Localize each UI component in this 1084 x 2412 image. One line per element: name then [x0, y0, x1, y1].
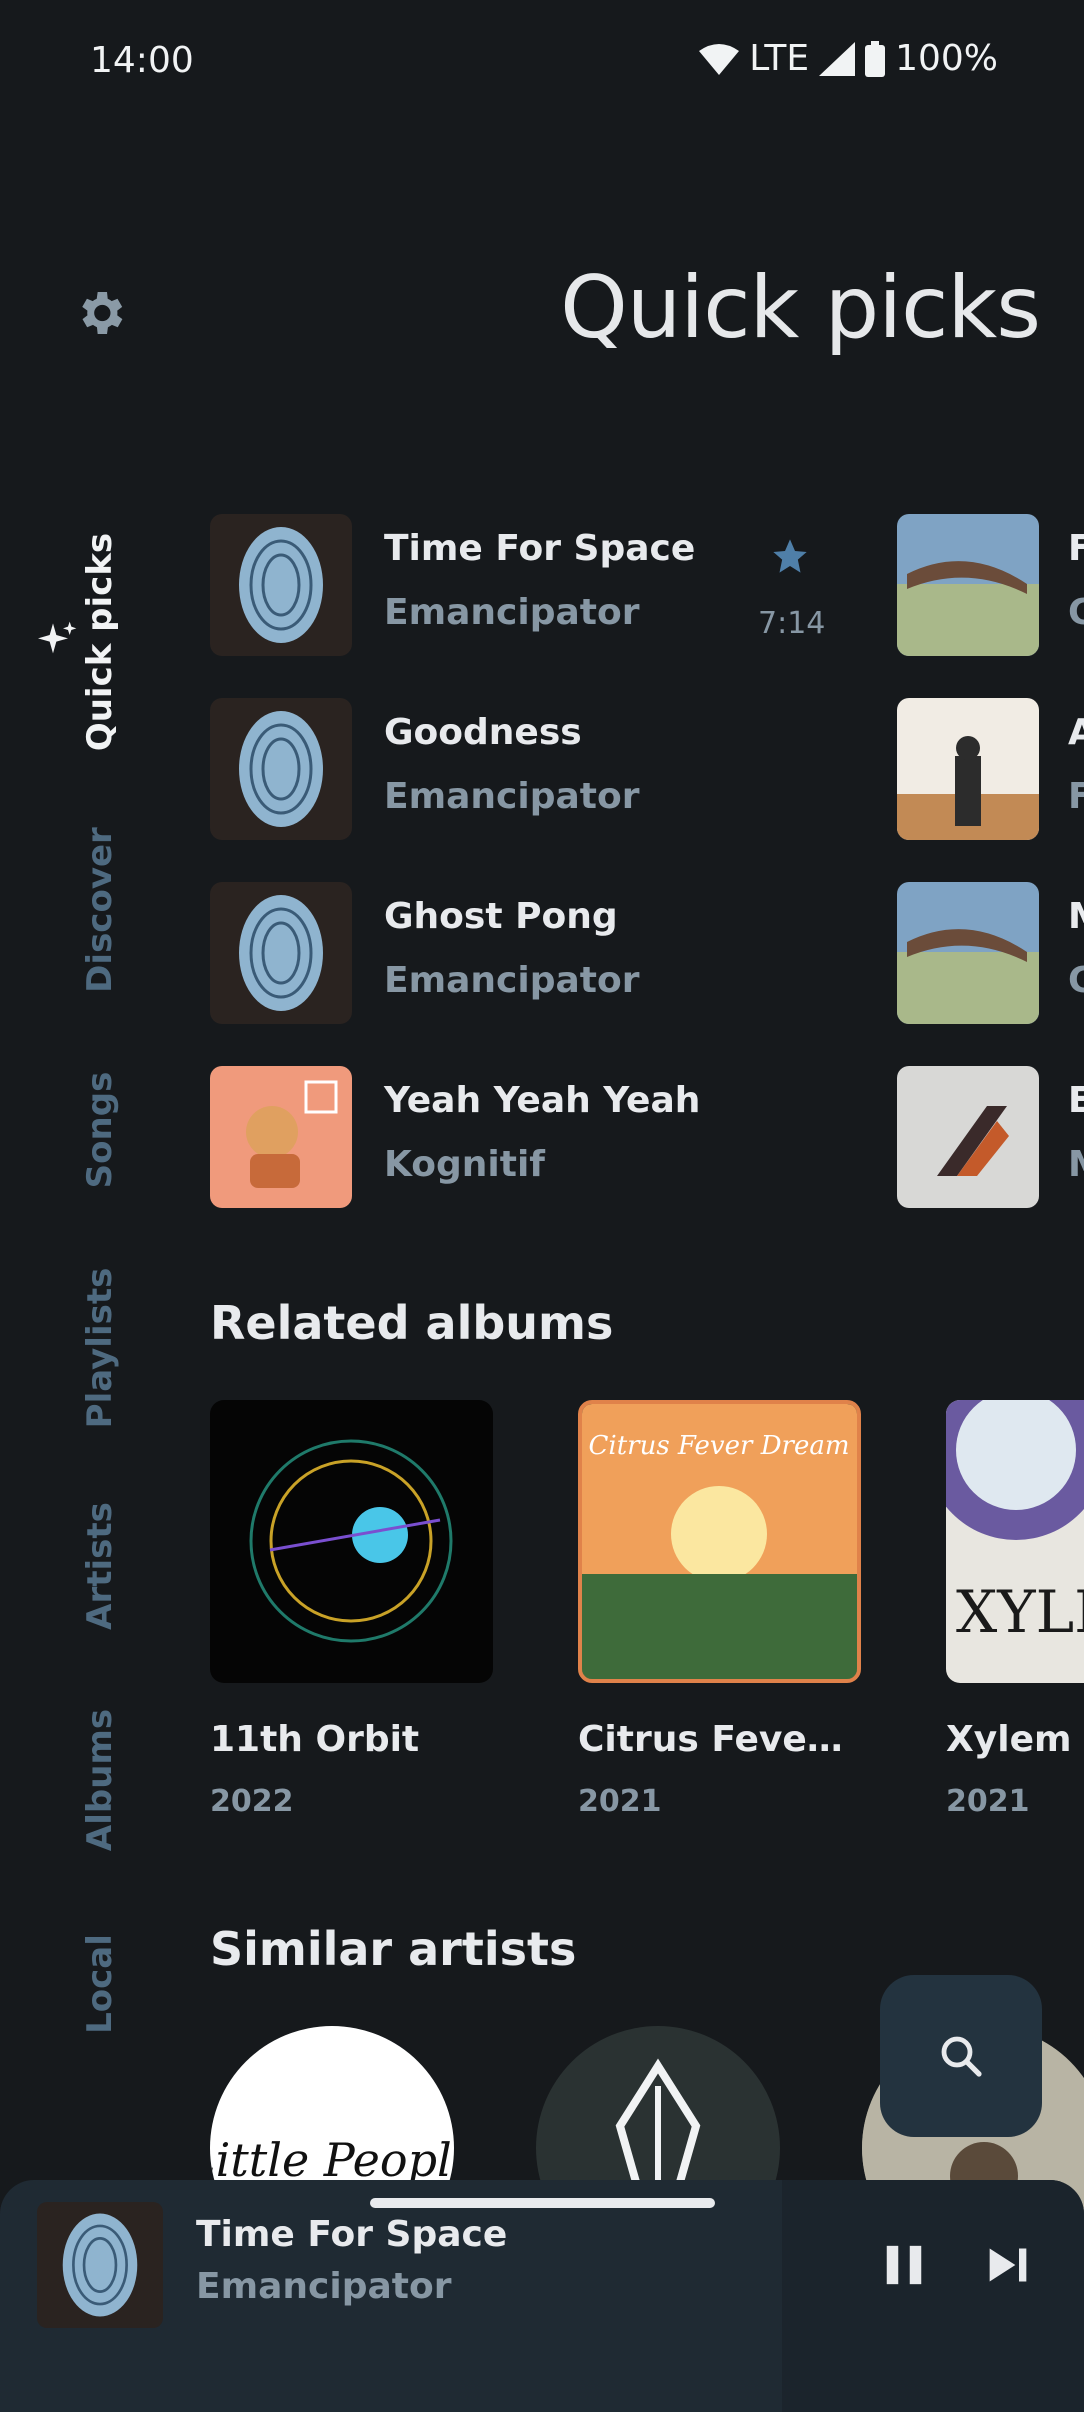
song-title: Goodness: [384, 712, 582, 753]
nav-tab-artists[interactable]: Artists: [80, 1502, 120, 1630]
skip-next-icon[interactable]: [986, 2242, 1030, 2288]
quick-pick-row[interactable]: Ghost Pong Emancipator: [210, 882, 830, 1024]
song-thumbnail: [210, 514, 352, 656]
album-cover-text: Citrus Fever Dream: [588, 1431, 849, 1461]
quick-pick-peek-thumbnail[interactable]: [897, 1066, 1039, 1208]
album-card[interactable]: Citrus Fever Dream Citrus Fever D... 202…: [578, 1400, 863, 1819]
network-label: LTE: [749, 38, 810, 79]
song-thumbnail: [210, 882, 352, 1024]
song-title: Ghost Pong: [384, 896, 618, 937]
album-name: Xylem: [946, 1719, 1072, 1760]
song-artist: Emancipator: [384, 592, 640, 633]
nav-tab-songs[interactable]: Songs: [80, 1072, 120, 1189]
now-playing-title: Time For Space: [196, 2214, 508, 2255]
search-icon: [941, 2036, 982, 2077]
quick-pick-peek-thumbnail[interactable]: [897, 882, 1039, 1024]
battery-label: 100%: [895, 38, 998, 79]
search-button[interactable]: [880, 1975, 1042, 2137]
artist-avatar-text: Little People: [210, 2133, 454, 2187]
sparkle-icon: [38, 621, 77, 654]
peek-title: M: [1068, 896, 1084, 937]
status-icons: LTE 100%: [699, 38, 998, 79]
album-card[interactable]: XYLEM Xylem 2021: [946, 1400, 1084, 1819]
wifi-icon: [699, 43, 740, 75]
song-artist: Emancipator: [384, 960, 640, 1001]
pause-icon[interactable]: [884, 2242, 924, 2288]
song-artist: Kognitif: [384, 1144, 545, 1185]
mini-player[interactable]: Time For Space Emancipator: [0, 2180, 1084, 2412]
nav-tab-local[interactable]: Local: [80, 1934, 120, 2034]
album-cover-text: XYLEM: [956, 1578, 1084, 1646]
album-cover: [210, 1400, 493, 1683]
signal-icon: [819, 41, 856, 76]
nav-tab-quick-picks[interactable]: Quick picks: [80, 533, 120, 751]
page-title: Quick picks: [560, 258, 1041, 358]
album-year: 2021: [578, 1784, 662, 1819]
quick-pick-row[interactable]: Yeah Yeah Yeah Kognitif: [210, 1066, 830, 1208]
gesture-home-bar[interactable]: [370, 2198, 715, 2208]
nav-tab-albums[interactable]: Albums: [80, 1709, 120, 1851]
nav-tab-discover[interactable]: Discover: [80, 827, 120, 993]
peek-artist: M: [1068, 1144, 1084, 1185]
peek-artist: C: [1068, 960, 1084, 1001]
quick-pick-peek-thumbnail[interactable]: [897, 514, 1039, 656]
album-cover: Citrus Fever Dream: [578, 1400, 861, 1683]
peek-title: F: [1068, 528, 1084, 569]
peek-title: A: [1068, 712, 1084, 753]
song-title: Yeah Yeah Yeah: [384, 1080, 701, 1121]
favorite-star-icon[interactable]: [770, 536, 810, 576]
song-title: Time For Space: [384, 528, 696, 569]
album-card[interactable]: 11th Orbit 2022: [210, 1400, 495, 1819]
song-thumbnail: [210, 1066, 352, 1208]
album-year: 2022: [210, 1784, 294, 1819]
now-playing-thumbnail: [37, 2202, 163, 2328]
now-playing-artist: Emancipator: [196, 2266, 452, 2307]
quick-pick-peek-thumbnail[interactable]: [897, 698, 1039, 840]
status-bar: 14:00 LTE 100%: [0, 0, 1084, 125]
quick-pick-row[interactable]: Goodness Emancipator: [210, 698, 830, 840]
player-controls-area: [782, 2180, 1084, 2412]
song-thumbnail: [210, 698, 352, 840]
album-cover: XYLEM: [946, 1400, 1084, 1683]
settings-gear-icon[interactable]: [72, 285, 128, 341]
peek-artist: F: [1068, 776, 1084, 817]
album-name: Citrus Fever D...: [578, 1719, 858, 1760]
battery-icon: [865, 40, 886, 77]
related-albums-heading: Related albums: [210, 1296, 614, 1350]
status-time: 14:00: [90, 40, 194, 81]
quick-pick-row[interactable]: Time For Space Emancipator 7:14: [210, 514, 830, 656]
peek-title: E: [1068, 1080, 1084, 1121]
album-name: 11th Orbit: [210, 1719, 420, 1760]
peek-artist: C: [1068, 592, 1084, 633]
similar-artists-heading: Similar artists: [210, 1922, 577, 1976]
nav-tab-playlists[interactable]: Playlists: [80, 1268, 120, 1429]
song-duration: 7:14: [758, 606, 826, 641]
album-year: 2021: [946, 1784, 1030, 1819]
song-artist: Emancipator: [384, 776, 640, 817]
